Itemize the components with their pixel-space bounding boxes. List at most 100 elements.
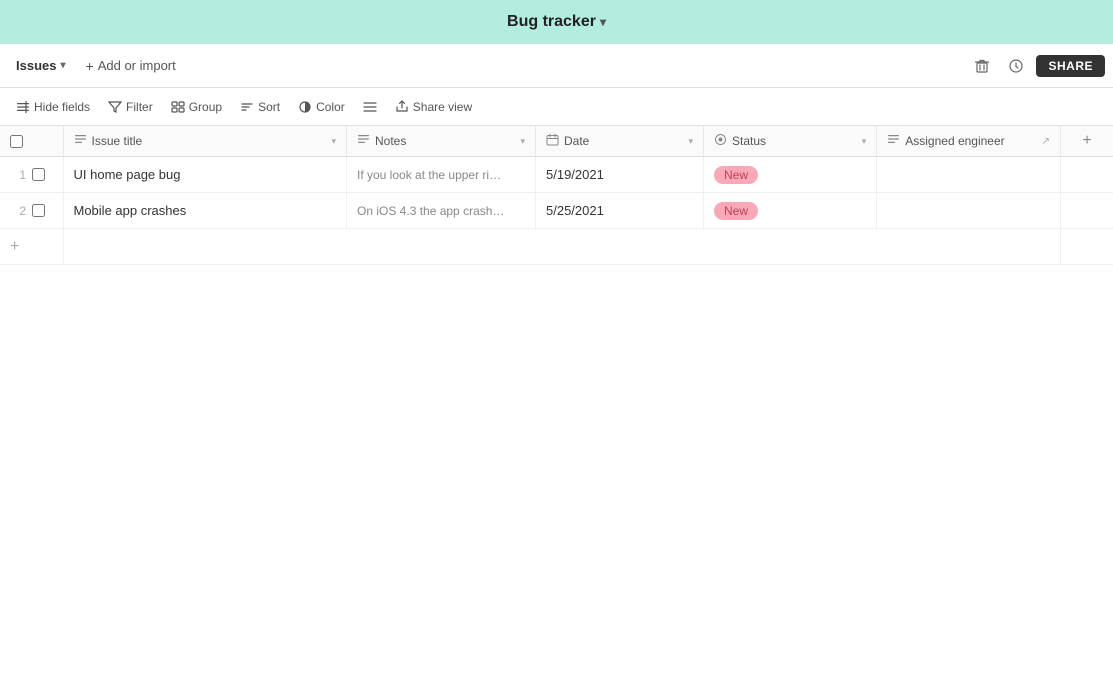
plus-icon: + — [86, 58, 94, 74]
row-date-text: 5/25/2021 — [546, 203, 604, 218]
engineer-col-icon — [887, 133, 900, 149]
notes-col-icon — [357, 133, 370, 149]
sort-label: Sort — [258, 100, 280, 114]
date-col-label: Date — [564, 134, 589, 148]
issues-label: Issues — [16, 58, 56, 73]
issues-caret: ▾ — [60, 60, 65, 71]
hide-fields-label: Hide fields — [34, 100, 90, 114]
row-date-cell[interactable]: 5/19/2021 — [536, 157, 704, 193]
issues-tab[interactable]: Issues ▾ — [8, 54, 74, 77]
status-badge: New — [714, 166, 758, 184]
row-check-cell: 2 — [0, 193, 63, 229]
row-notes-cell[interactable]: If you look at the upper ri… — [347, 157, 536, 193]
row-empty-add — [1061, 157, 1113, 193]
row-status-cell[interactable]: New — [704, 157, 877, 193]
group-icon — [171, 100, 185, 114]
group-button[interactable]: Group — [163, 96, 230, 118]
col-header-issue-title[interactable]: Issue title ▾ — [63, 126, 347, 157]
color-icon — [298, 100, 312, 114]
notes-col-caret: ▾ — [520, 136, 525, 147]
col-header-add[interactable]: + — [1061, 126, 1113, 157]
row-number: 1 — [10, 168, 26, 182]
engineer-col-label: Assigned engineer — [905, 134, 1004, 148]
filter-button[interactable]: Filter — [100, 96, 161, 118]
status-badge: New — [714, 202, 758, 220]
status-col-icon — [714, 133, 727, 149]
filter-label: Filter — [126, 100, 153, 114]
row-date-text: 5/19/2021 — [546, 167, 604, 182]
row-notes-text: If you look at the upper ri… — [357, 168, 501, 182]
row-number: 2 — [10, 204, 26, 218]
row-empty-add — [1061, 193, 1113, 229]
color-button[interactable]: Color — [290, 96, 353, 118]
share-button[interactable]: SHARE — [1036, 55, 1105, 77]
issue-title-col-icon — [74, 133, 87, 149]
row-status-cell[interactable]: New — [704, 193, 877, 229]
row-check-cell: 1 — [0, 157, 63, 193]
add-import-button[interactable]: + Add or import — [76, 54, 186, 78]
add-column-button[interactable]: + — [1061, 132, 1113, 150]
app-title-text: Bug tracker — [507, 13, 596, 31]
app-title: Bug tracker ▾ — [507, 13, 606, 31]
share-view-label: Share view — [413, 100, 472, 114]
top-header: Bug tracker ▾ — [0, 0, 1113, 44]
toolbar: Issues ▾ + Add or import SHARE — [0, 44, 1113, 88]
col-header-engineer[interactable]: Assigned engineer ↗ — [877, 126, 1061, 157]
table-row[interactable]: 1 UI home page bug If you look at the up… — [0, 157, 1113, 193]
row-issue-cell[interactable]: Mobile app crashes — [63, 193, 347, 229]
filter-icon — [108, 100, 122, 114]
row-issue-text: UI home page bug — [74, 167, 181, 182]
hide-fields-button[interactable]: Hide fields — [8, 96, 98, 118]
col-header-status[interactable]: Status ▾ — [704, 126, 877, 157]
status-col-caret: ▾ — [862, 136, 867, 147]
row-issue-cell[interactable]: UI home page bug — [63, 157, 347, 193]
table-header-row: Issue title ▾ Notes — [0, 126, 1113, 157]
add-row-icon[interactable]: + — [10, 238, 19, 256]
add-row-end — [1061, 229, 1113, 265]
add-row-cell: + — [0, 229, 63, 265]
share-view-icon — [395, 100, 409, 114]
issue-title-col-label: Issue title — [92, 134, 143, 148]
hide-fields-icon — [16, 100, 30, 114]
table-row[interactable]: 2 Mobile app crashes On iOS 4.3 the app … — [0, 193, 1113, 229]
select-all-checkbox[interactable] — [10, 135, 23, 148]
date-col-icon — [546, 133, 559, 149]
history-icon — [1008, 58, 1024, 74]
share-view-button[interactable]: Share view — [387, 96, 480, 118]
row-checkbox[interactable] — [32, 204, 45, 217]
row-engineer-cell[interactable] — [877, 157, 1061, 193]
cursor-position: ↗ — [1042, 136, 1050, 147]
history-button[interactable] — [1002, 52, 1030, 80]
col-header-date[interactable]: Date ▾ — [536, 126, 704, 157]
trash-icon — [974, 58, 990, 74]
color-label: Color — [316, 100, 345, 114]
toolbar-left: Issues ▾ + Add or import — [8, 54, 186, 78]
row-height-button[interactable] — [355, 96, 385, 118]
app-title-caret[interactable]: ▾ — [600, 15, 606, 29]
view-toolbar: Hide fields Filter Group Sort Color — [0, 88, 1113, 126]
row-height-icon — [363, 100, 377, 114]
row-notes-text: On iOS 4.3 the app crash… — [357, 204, 504, 218]
toolbar-right: SHARE — [968, 52, 1105, 80]
issue-title-col-caret: ▾ — [331, 136, 336, 147]
notes-col-label: Notes — [375, 134, 406, 148]
trash-button[interactable] — [968, 52, 996, 80]
add-import-label: Add or import — [98, 58, 176, 73]
add-col-icon: + — [1082, 132, 1091, 150]
add-row-spacer — [63, 229, 1061, 265]
col-header-notes[interactable]: Notes ▾ — [347, 126, 536, 157]
table-container: Issue title ▾ Notes — [0, 126, 1113, 688]
row-notes-cell[interactable]: On iOS 4.3 the app crash… — [347, 193, 536, 229]
status-col-label: Status — [732, 134, 766, 148]
row-checkbox[interactable] — [32, 168, 45, 181]
group-label: Group — [189, 100, 222, 114]
sort-button[interactable]: Sort — [232, 96, 288, 118]
row-engineer-cell[interactable] — [877, 193, 1061, 229]
col-header-check — [0, 126, 63, 157]
issues-table: Issue title ▾ Notes — [0, 126, 1113, 265]
add-row[interactable]: + — [0, 229, 1113, 265]
date-col-caret: ▾ — [688, 136, 693, 147]
row-issue-text: Mobile app crashes — [74, 203, 187, 218]
sort-icon — [240, 100, 254, 114]
row-date-cell[interactable]: 5/25/2021 — [536, 193, 704, 229]
